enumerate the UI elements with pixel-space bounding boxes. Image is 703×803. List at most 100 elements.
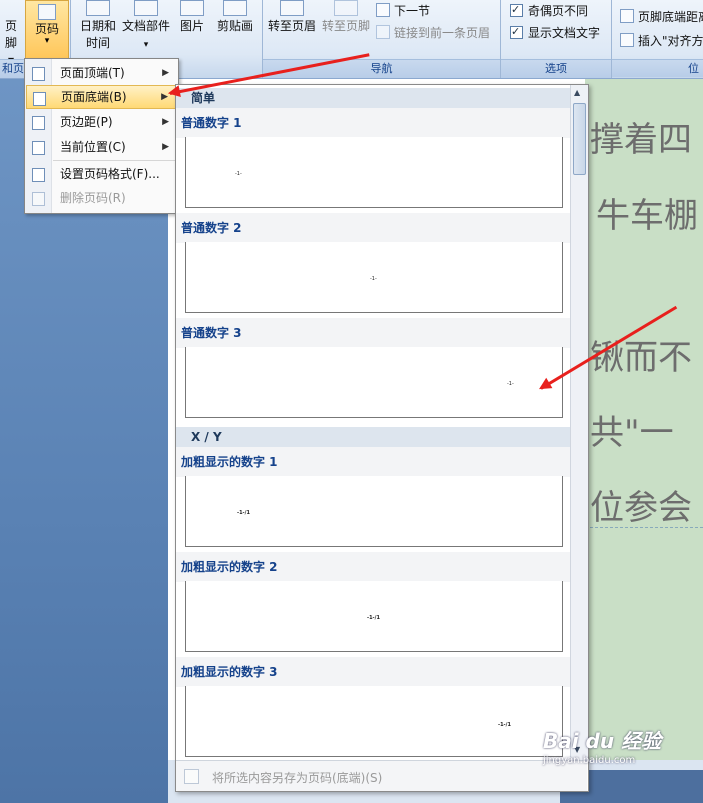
gallery-item-bold-number-3[interactable]: -1-/1 bbox=[185, 686, 563, 757]
baidu-watermark: Bai du 经验 jingyan.baidu.com bbox=[543, 725, 668, 771]
different-odd-even-label: 奇偶页不同 bbox=[528, 4, 589, 18]
menu-separator bbox=[53, 160, 175, 161]
format-page-number-icon bbox=[32, 168, 45, 182]
gallery-item-title: 普通数字 1 bbox=[181, 116, 242, 130]
goto-footer-icon bbox=[334, 0, 358, 16]
menu-item-label: 页边距(P) bbox=[60, 115, 113, 129]
page-bottom-icon bbox=[33, 92, 46, 106]
doc-text-line-2: 牛车棚 bbox=[596, 196, 698, 236]
save-selection-as-page-number-button[interactable]: 将所选内容另存为页码(底端)(S) bbox=[176, 760, 587, 791]
menu-item-label: 页面底端(B) bbox=[61, 90, 127, 104]
section-header-xy: X / Y bbox=[176, 427, 570, 448]
doc-text-line-4: 共"一 bbox=[590, 413, 674, 453]
different-odd-even-checkbox[interactable]: 奇偶页不同 bbox=[510, 2, 589, 19]
link-previous-label: 链接到前一条页眉 bbox=[394, 26, 491, 40]
submenu-arrow-icon: ▶ bbox=[162, 142, 169, 152]
footer-distance-control[interactable]: 页脚底端距离 bbox=[620, 9, 703, 25]
page-number-sample: -1-/1 bbox=[237, 510, 250, 516]
save-selection-label: 将所选内容另存为页码(底端)(S) bbox=[212, 771, 383, 785]
submenu-arrow-icon: ▶ bbox=[162, 68, 169, 78]
page-number-menu: 页面顶端(T) ▶ 页面底端(B) ▶ 页边距(P) ▶ 当前位置(C) ▶ 设… bbox=[24, 58, 179, 214]
gallery-item-plain-number-3[interactable]: -1- bbox=[185, 347, 563, 418]
footer-distance-label: 页脚底端距离 bbox=[638, 10, 703, 24]
clipart-label: 剪贴画 bbox=[216, 19, 253, 33]
date-time-label-2: 时间 bbox=[85, 36, 110, 50]
page-top-icon bbox=[32, 67, 45, 81]
page-bottom-gallery: 简单 普通数字 1 -1- 普通数字 2 -1- 普通数字 3 -1- X / … bbox=[175, 84, 589, 792]
date-time-button[interactable]: 日期和 时间 bbox=[76, 0, 120, 52]
picture-button[interactable]: 图片 bbox=[175, 0, 209, 35]
position-group-label: 位 bbox=[612, 59, 703, 77]
goto-header-label: 转至页眉 bbox=[267, 19, 316, 33]
menu-item-remove-page-number[interactable]: 删除页码(R) bbox=[26, 186, 177, 210]
goto-header-icon bbox=[280, 0, 304, 16]
menu-item-page-bottom[interactable]: 页面底端(B) ▶ bbox=[26, 85, 177, 109]
menu-item-format-page-number[interactable]: 设置页码格式(F)... bbox=[26, 162, 177, 186]
gallery-item-bold-number-2[interactable]: -1-/1 bbox=[185, 581, 563, 652]
checkbox-checked-icon bbox=[510, 24, 523, 40]
page-number-sample: -1-/1 bbox=[498, 722, 511, 728]
footer-distance-icon bbox=[620, 9, 634, 23]
page-number-button[interactable]: 页码 ▾ bbox=[25, 0, 69, 60]
page-number-sample: -1- bbox=[235, 171, 242, 177]
gallery-scrollbar[interactable]: ▲ ▼ bbox=[570, 85, 588, 760]
footer-boundary-line bbox=[585, 527, 703, 528]
checkbox-checked-icon bbox=[510, 2, 523, 18]
gallery-item-title: 普通数字 2 bbox=[181, 221, 242, 235]
chevron-down-icon: ▾ bbox=[44, 36, 50, 46]
date-time-label: 日期和 bbox=[79, 19, 116, 33]
section-header-label: X / Y bbox=[191, 430, 222, 444]
menu-item-current-position[interactable]: 当前位置(C) ▶ bbox=[26, 135, 177, 159]
show-doc-text-checkbox[interactable]: 显示文档文字 bbox=[510, 24, 601, 41]
goto-header-button[interactable]: 转至页眉 bbox=[266, 0, 318, 35]
menu-item-page-margin[interactable]: 页边距(P) ▶ bbox=[26, 110, 177, 134]
baidu-logo: Bai du 经验 bbox=[543, 729, 662, 753]
page-number-icon bbox=[38, 4, 56, 20]
clipart-button[interactable]: 剪贴画 bbox=[212, 0, 258, 35]
menu-item-label: 删除页码(R) bbox=[60, 191, 126, 205]
current-position-icon bbox=[32, 141, 45, 155]
insert-align-label: 插入"对齐方 bbox=[638, 34, 703, 48]
doc-text-line-1: 撑着四 bbox=[590, 120, 692, 160]
chevron-down-icon: ▾ bbox=[143, 40, 149, 50]
insert-align-tab-button[interactable]: 插入"对齐方 bbox=[620, 33, 703, 49]
page-margin-icon bbox=[32, 116, 45, 130]
goto-footer-button[interactable]: 转至页脚 bbox=[320, 0, 372, 35]
gallery-item-title: 加粗显示的数字 3 bbox=[181, 665, 278, 679]
submenu-arrow-icon: ▶ bbox=[162, 117, 169, 127]
next-section-button[interactable]: 下一节 bbox=[376, 3, 430, 19]
scrollbar-thumb[interactable] bbox=[573, 103, 586, 175]
next-section-label: 下一节 bbox=[394, 4, 431, 18]
watermark-url: jingyan.baidu.com bbox=[543, 755, 636, 766]
gallery-item-plain-number-2[interactable]: -1- bbox=[185, 242, 563, 313]
section-header-simple: 简单 bbox=[176, 88, 570, 109]
menu-item-page-top[interactable]: 页面顶端(T) ▶ bbox=[26, 61, 177, 85]
gallery-item-plain-number-1[interactable]: -1- bbox=[185, 137, 563, 208]
calendar-icon bbox=[86, 0, 110, 16]
doc-text-line-5: 位参会 bbox=[590, 488, 692, 528]
save-gallery-icon bbox=[184, 769, 199, 784]
page-number-sample: -1-/1 bbox=[367, 615, 380, 621]
document-parts-label: 文档部件 bbox=[121, 19, 170, 33]
insert-align-icon bbox=[620, 33, 634, 47]
gallery-item-bold-number-1[interactable]: -1-/1 bbox=[185, 476, 563, 547]
menu-item-label: 设置页码格式(F)... bbox=[60, 167, 160, 181]
page-number-sample: -1- bbox=[507, 381, 514, 387]
remove-page-number-icon bbox=[32, 192, 45, 206]
document-parts-button[interactable]: 文档部件 ▾ bbox=[120, 0, 172, 54]
document-parts-icon bbox=[134, 0, 158, 16]
link-previous-button[interactable]: 链接到前一条页眉 bbox=[376, 25, 490, 41]
next-section-icon bbox=[376, 3, 390, 17]
goto-footer-label: 转至页脚 bbox=[321, 19, 370, 33]
footer-button-label: 页脚 bbox=[4, 19, 17, 50]
clipart-icon bbox=[223, 0, 247, 16]
menu-item-label: 页面顶端(T) bbox=[60, 66, 125, 80]
options-group-label: 选项 bbox=[501, 59, 611, 78]
show-doc-text-label: 显示文档文字 bbox=[528, 26, 601, 40]
gallery-item-title: 加粗显示的数字 1 bbox=[181, 455, 278, 469]
gallery-item-title: 加粗显示的数字 2 bbox=[181, 560, 278, 574]
doc-text-line-3: 锹而不 bbox=[590, 338, 692, 378]
link-icon bbox=[376, 25, 390, 39]
scroll-up-icon[interactable]: ▲ bbox=[574, 88, 580, 97]
section-header-label: 简单 bbox=[191, 91, 216, 105]
